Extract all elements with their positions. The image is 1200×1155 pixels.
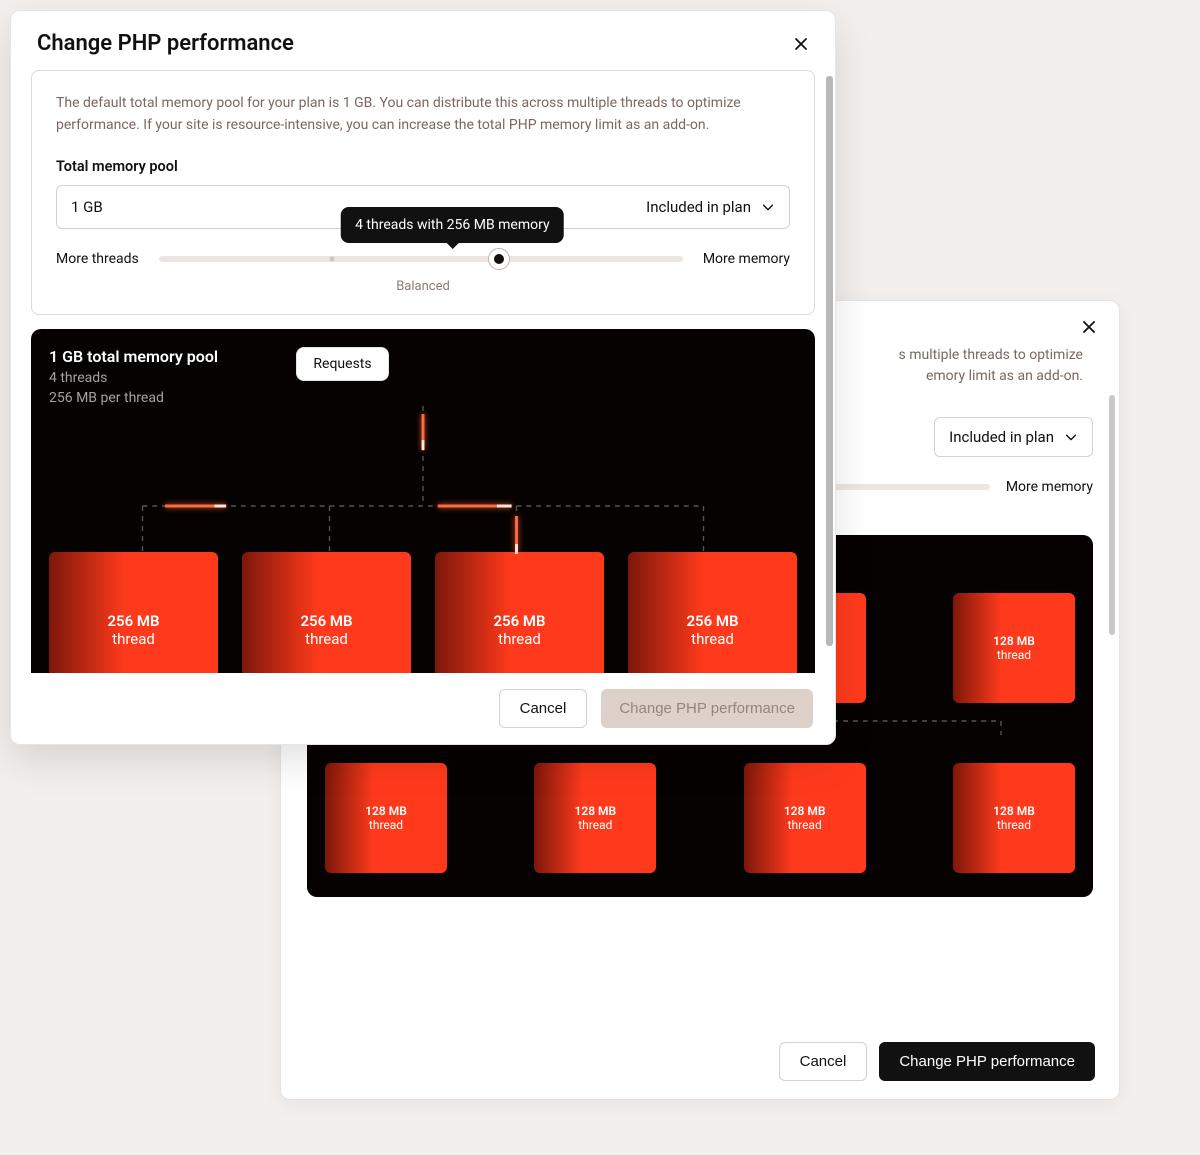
php-performance-modal: Change PHP performance The default total… <box>10 10 836 745</box>
memory-pool-label: Total memory pool <box>56 158 790 175</box>
description-text: The default total memory pool for your p… <box>56 93 790 136</box>
thread-box: 128 MBthread <box>953 763 1075 873</box>
diagram-title: 1 GB total memory pool <box>49 347 218 366</box>
memory-config-card: The default total memory pool for your p… <box>31 70 815 315</box>
thread-box: 256 MBthread <box>242 552 411 673</box>
modal-title: Change PHP performance <box>37 31 294 56</box>
thread-memory-slider[interactable] <box>159 256 683 262</box>
memory-pool-select[interactable]: Included in plan <box>934 417 1093 457</box>
cancel-button[interactable]: Cancel <box>779 1042 868 1081</box>
slider-more-threads-label: More threads <box>56 251 139 267</box>
scrollbar[interactable] <box>826 76 833 646</box>
chevron-down-icon <box>1064 430 1078 444</box>
diagram-per-thread: 256 MB per thread <box>49 390 218 406</box>
slider-tick <box>329 257 334 262</box>
scrollbar[interactable] <box>1109 395 1115 635</box>
thread-box: 128 MBthread <box>744 763 866 873</box>
slider-more-memory-label: More memory <box>1006 479 1093 495</box>
requests-pill: Requests <box>296 347 388 381</box>
plan-indicator: Included in plan <box>646 198 751 216</box>
memory-pool-value: 1 GB <box>71 198 103 216</box>
diagram-threads-count: 4 threads <box>49 370 218 386</box>
slider-tooltip: 4 threads with 256 MB memory <box>341 207 564 243</box>
change-php-performance-button[interactable]: Change PHP performance <box>879 1042 1095 1081</box>
chevron-down-icon <box>761 200 775 214</box>
thread-diagram: 1 GB total memory pool 4 threads 256 MB … <box>31 329 815 673</box>
slider-more-memory-label: More memory <box>703 251 790 267</box>
change-php-performance-button[interactable]: Change PHP performance <box>601 689 813 728</box>
thread-box: 256 MBthread <box>49 552 218 673</box>
thread-box: 256 MBthread <box>628 552 797 673</box>
slider-thumb[interactable] <box>488 248 510 270</box>
close-icon[interactable] <box>1081 319 1097 335</box>
slider-balanced-label: Balanced <box>56 279 790 294</box>
thread-box: 128 MBthread <box>953 593 1075 703</box>
plan-indicator: Included in plan <box>949 428 1054 446</box>
close-icon[interactable] <box>793 36 809 52</box>
cancel-button[interactable]: Cancel <box>499 689 588 728</box>
thread-box: 128 MBthread <box>325 763 447 873</box>
thread-box: 128 MBthread <box>534 763 656 873</box>
thread-box: 256 MBthread <box>435 552 604 673</box>
